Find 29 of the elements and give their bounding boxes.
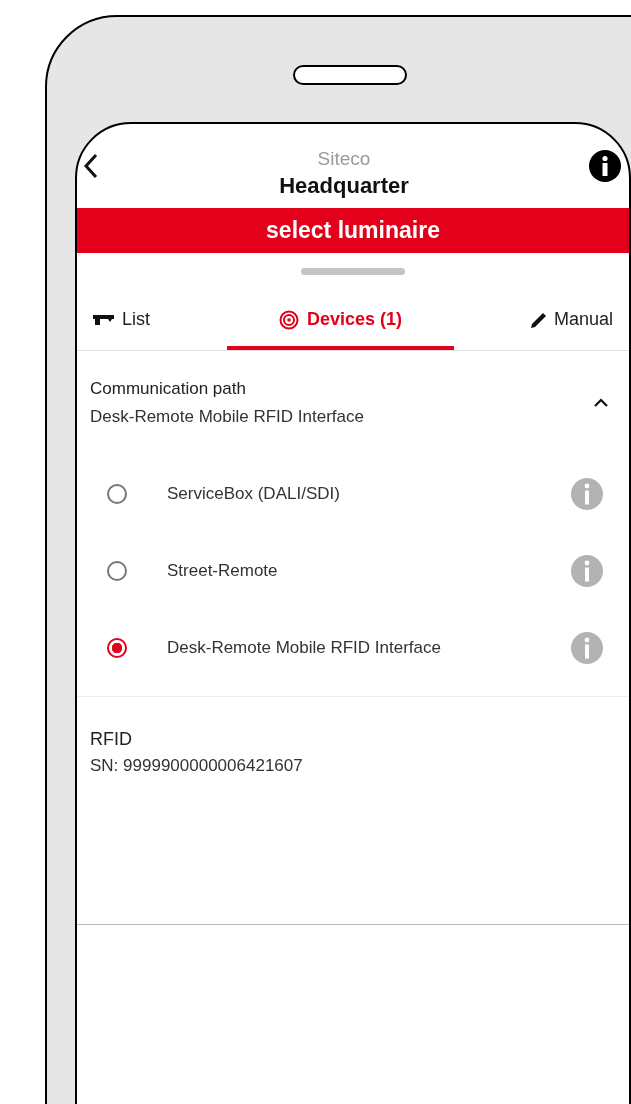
collapse-button[interactable]	[593, 398, 609, 408]
back-button[interactable]	[83, 153, 99, 179]
radio-button[interactable]	[107, 637, 127, 658]
radio-button[interactable]	[107, 483, 127, 504]
target-icon	[278, 309, 299, 330]
info-icon	[571, 477, 603, 510]
chevron-up-icon	[593, 398, 609, 408]
option-label[interactable]: Street-Remote	[167, 560, 571, 581]
option-label[interactable]: ServiceBox (DALI/SDI)	[167, 483, 571, 504]
device-serial: SN: 9999900000006421607	[90, 756, 304, 776]
section-value: Desk-Remote Mobile RFID Interface	[90, 407, 364, 427]
drill-icon	[93, 314, 114, 325]
pencil-icon	[530, 311, 546, 328]
tab[interactable]: List	[83, 295, 160, 350]
section-label: Communication path	[90, 379, 247, 399]
back-chevron-icon	[83, 153, 99, 179]
banner-text: select luminaire	[77, 208, 629, 253]
info-button[interactable]	[589, 150, 621, 182]
radio-button[interactable]	[107, 560, 127, 581]
tab[interactable]: Manual	[520, 295, 623, 350]
drag-handle[interactable]	[301, 268, 405, 275]
header-subtitle: Siteco	[317, 147, 371, 170]
info-icon	[571, 631, 603, 664]
info-icon	[571, 554, 603, 587]
info-icon	[589, 150, 621, 182]
device-type: RFID	[90, 729, 133, 750]
header-title: Headquarter	[279, 172, 409, 199]
tab[interactable]: Devices (1)	[226, 295, 454, 350]
option-label[interactable]: Desk-Remote Mobile RFID Interface	[167, 637, 571, 658]
